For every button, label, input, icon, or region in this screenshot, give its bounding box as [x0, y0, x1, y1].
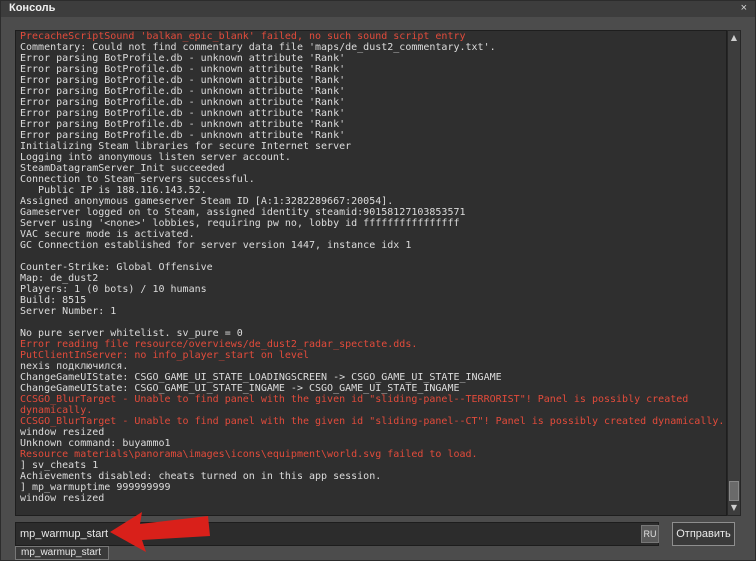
console-line: Counter-Strike: Global Offensive	[20, 262, 213, 273]
console-line: Initializing Steam libraries for secure …	[20, 141, 352, 152]
console-line: Commentary: Could not find commentary da…	[20, 42, 496, 53]
console-line: dynamically.	[20, 405, 93, 416]
console-line: window resized	[20, 493, 105, 504]
console-lines: PrecacheScriptSound 'balkan_epic_blank' …	[16, 31, 726, 504]
console-line: nexis подключился.	[20, 361, 129, 372]
red-arrow-shape	[110, 512, 210, 552]
scroll-down-icon[interactable]: ▼	[728, 502, 740, 514]
console-line: Error parsing BotProfile.db - unknown at…	[20, 97, 346, 108]
scroll-thumb[interactable]	[729, 481, 739, 501]
console-line: Gameserver logged on to Steam, assigned …	[20, 207, 466, 218]
console-line: ] sv_cheats 1	[20, 460, 99, 471]
console-line: PrecacheScriptSound 'balkan_epic_blank' …	[20, 31, 466, 42]
console-line: CCSGO_BlurTarget - Unable to find panel …	[20, 416, 725, 427]
console-line: Error parsing BotProfile.db - unknown at…	[20, 108, 346, 119]
scrollbar[interactable]: ▲ ▼	[727, 30, 741, 516]
console-line: Error reading file resource/overviews/de…	[20, 339, 418, 350]
console-line: Logging into anonymous listen server acc…	[20, 152, 291, 163]
console-line: Map: de_dust2	[20, 273, 99, 284]
autocomplete-suggestion[interactable]: mp_warmup_start	[15, 546, 109, 560]
console-line: Server Number: 1	[20, 306, 117, 317]
submit-button[interactable]: Отправить	[672, 522, 735, 546]
console-line: Connection to Steam servers successful.	[20, 174, 255, 185]
console-output: PrecacheScriptSound 'balkan_epic_blank' …	[15, 30, 727, 516]
console-line: ChangeGameUIState: CSGO_GAME_UI_STATE_LO…	[20, 372, 502, 383]
console-line: Resource materials\panorama\images\icons…	[20, 449, 478, 460]
red-arrow-annotation	[110, 512, 210, 552]
console-line: window resized	[20, 427, 105, 438]
console-line: Error parsing BotProfile.db - unknown at…	[20, 130, 346, 141]
console-line: Assigned anonymous gameserver Steam ID […	[20, 196, 394, 207]
console-line: Error parsing BotProfile.db - unknown at…	[20, 119, 346, 130]
console-line: SteamDatagramServer_Init succeeded	[20, 163, 225, 174]
keyboard-language-badge: RU	[641, 525, 659, 543]
console-line: Players: 1 (0 bots) / 10 humans	[20, 284, 207, 295]
window-title: Консоль	[9, 2, 56, 14]
console-line: Build: 8515	[20, 295, 87, 306]
console-line: VAC secure mode is activated.	[20, 229, 195, 240]
title-bar[interactable]: Консоль ×	[1, 1, 755, 17]
console-line: CCSGO_BlurTarget - Unable to find panel …	[20, 394, 689, 405]
console-line: Error parsing BotProfile.db - unknown at…	[20, 86, 346, 97]
console-line: Server using '<none>' lobbies, requiring…	[20, 218, 460, 229]
console-line: ] mp_warmuptime 999999999	[20, 482, 171, 493]
console-line: Error parsing BotProfile.db - unknown at…	[20, 75, 346, 86]
console-line: Error parsing BotProfile.db - unknown at…	[20, 64, 346, 75]
console-line: Error parsing BotProfile.db - unknown at…	[20, 53, 346, 64]
console-line: Public IP is 188.116.143.52.	[20, 185, 207, 196]
console-line: PutClientInServer: no info_player_start …	[20, 350, 309, 361]
close-icon[interactable]: ×	[741, 2, 747, 14]
console-line: Achievements disabled: cheats turned on …	[20, 471, 382, 482]
console-line: Unknown command: buyammo1	[20, 438, 171, 449]
console-line: ChangeGameUIState: CSGO_GAME_UI_STATE_IN…	[20, 383, 460, 394]
console-window: Консоль × PrecacheScriptSound 'balkan_ep…	[0, 0, 756, 561]
console-line: GC Connection established for server ver…	[20, 240, 412, 251]
scroll-up-icon[interactable]: ▲	[728, 32, 740, 44]
console-line: No pure server whitelist. sv_pure = 0	[20, 328, 243, 339]
